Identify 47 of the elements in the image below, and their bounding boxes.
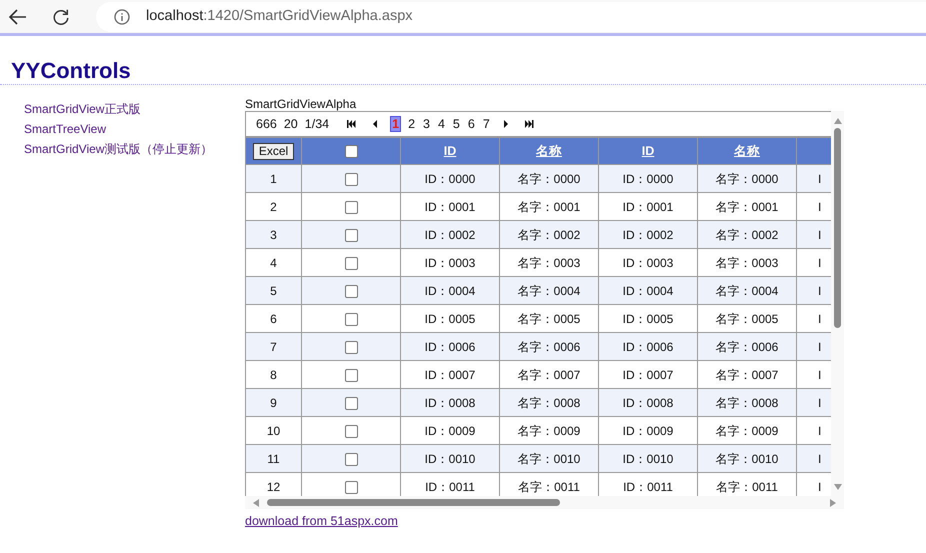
page-link[interactable]: 7 — [482, 117, 491, 131]
site-title: YYControls — [11, 58, 131, 84]
checkbox[interactable] — [344, 396, 358, 410]
scroll-right-icon[interactable] — [830, 498, 836, 506]
checkbox[interactable] — [344, 256, 358, 270]
column-header-link[interactable]: 名称 — [734, 144, 760, 158]
excel-button[interactable]: Excel — [252, 143, 294, 160]
page-link[interactable]: 2 — [407, 117, 416, 131]
sidebar-link[interactable]: SmartGridView测试版（停止更新） — [24, 141, 212, 157]
info-icon[interactable] — [114, 8, 130, 24]
reload-icon[interactable] — [52, 8, 70, 26]
checkbox[interactable] — [344, 424, 358, 438]
last-page-icon[interactable] — [524, 119, 535, 129]
scroll-thumb[interactable] — [834, 128, 841, 328]
page-link[interactable]: 6 — [466, 117, 476, 131]
page-info: 1/34 — [304, 116, 330, 133]
checkbox[interactable] — [344, 480, 358, 494]
column-header-link[interactable]: ID — [642, 144, 654, 158]
checkbox[interactable] — [344, 145, 358, 158]
first-page-icon[interactable] — [346, 119, 356, 129]
scroll-thumb[interactable] — [267, 499, 560, 506]
scroll-down-icon[interactable] — [834, 484, 842, 490]
grid-caption: SmartGridViewAlpha — [245, 97, 356, 111]
url-path: :1420/SmartGridViewAlpha.aspx — [203, 6, 413, 26]
scroll-left-icon[interactable] — [253, 498, 259, 506]
checkbox[interactable] — [344, 452, 358, 466]
sidebar-link[interactable]: SmartTreeView — [24, 121, 106, 137]
address-bar[interactable]: localhost:1420/SmartGridViewAlpha.aspx — [96, 2, 926, 32]
page-link[interactable]: 3 — [422, 117, 431, 131]
record-count: 666 — [256, 116, 277, 133]
scroll-up-icon[interactable] — [834, 118, 842, 124]
column-header-link[interactable]: 名称 — [536, 144, 562, 158]
checkbox[interactable] — [344, 340, 358, 354]
checkbox[interactable] — [344, 368, 358, 382]
page-size: 20 — [284, 116, 298, 133]
checkbox[interactable] — [344, 312, 358, 326]
column-header-link[interactable]: ID — [444, 144, 456, 158]
checkbox[interactable] — [344, 200, 358, 214]
checkbox[interactable] — [344, 172, 358, 186]
url-host: localhost — [146, 6, 204, 26]
back-icon[interactable] — [8, 6, 28, 26]
page-link[interactable]: 5 — [452, 117, 461, 131]
checkbox[interactable] — [344, 284, 358, 298]
checkbox[interactable] — [344, 228, 358, 242]
download-link[interactable]: download from 51aspx.com — [245, 512, 398, 531]
sidebar-link[interactable]: SmartGridView正式版 — [24, 101, 140, 117]
page-link[interactable]: 4 — [436, 117, 446, 131]
